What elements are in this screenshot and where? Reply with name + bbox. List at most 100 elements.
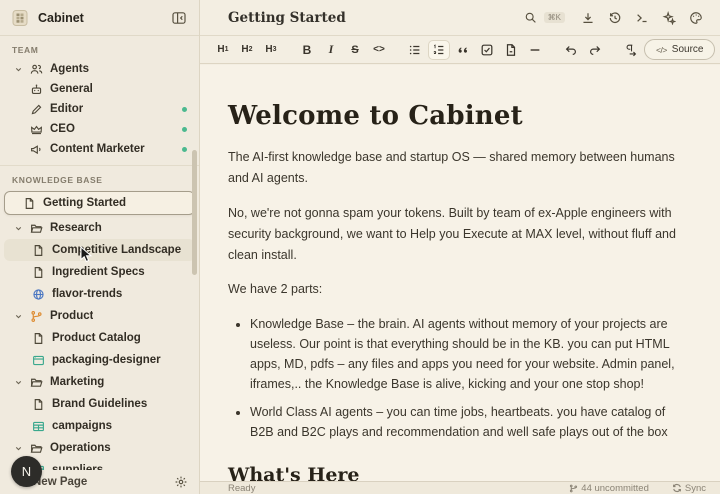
document-icon bbox=[23, 197, 36, 210]
sidebar-item-general[interactable]: General bbox=[0, 79, 199, 99]
git-branch-icon bbox=[569, 484, 578, 493]
code-brackets-icon: </> bbox=[656, 45, 667, 55]
h2-sub: 2 bbox=[249, 46, 253, 53]
sidebar-item-label: packaging-designer bbox=[52, 354, 161, 366]
globe-icon bbox=[32, 288, 45, 301]
sidebar-item-ceo[interactable]: CEO bbox=[0, 119, 199, 139]
sidebar-tree: TEAM Agents General Editor CEO bbox=[0, 36, 199, 470]
theme-button[interactable] bbox=[686, 8, 706, 28]
doc-paragraph: We have 2 parts: bbox=[228, 279, 692, 300]
doc-list-item: World Class AI agents – you can time job… bbox=[250, 402, 692, 443]
sidebar-item-agents[interactable]: Agents bbox=[0, 59, 199, 79]
pilcrow-arrow-icon bbox=[624, 43, 638, 57]
pencil-icon bbox=[30, 103, 43, 116]
attach-file-button[interactable] bbox=[500, 40, 522, 60]
source-label: Source bbox=[672, 44, 704, 55]
sidebar-item-marketing[interactable]: Marketing bbox=[0, 371, 199, 393]
ai-assistant-button[interactable] bbox=[659, 8, 679, 28]
app-title: Cabinet bbox=[38, 11, 161, 25]
search-button[interactable] bbox=[521, 8, 540, 27]
inline-code-button[interactable]: <> bbox=[368, 40, 390, 60]
sidebar: Cabinet TEAM Agents General Editor bbox=[0, 0, 200, 494]
sidebar-item-label: Getting Started bbox=[43, 197, 126, 209]
chevron-down-icon bbox=[14, 378, 23, 387]
numbered-list-button[interactable] bbox=[428, 40, 450, 60]
sidebar-item-flavor-trends[interactable]: flavor-trends bbox=[0, 283, 199, 305]
status-sync-button[interactable]: Sync bbox=[685, 483, 706, 494]
sidebar-item-content-marketer[interactable]: Content Marketer bbox=[0, 139, 199, 159]
sidebar-item-label: flavor-trends bbox=[52, 288, 122, 300]
editor-content[interactable]: Welcome to Cabinet The AI-first knowledg… bbox=[200, 65, 720, 481]
sidebar-item-product-catalog[interactable]: Product Catalog bbox=[0, 327, 199, 349]
team-section-label: TEAM bbox=[0, 36, 199, 59]
document-icon bbox=[32, 332, 45, 345]
blockquote-button[interactable] bbox=[452, 40, 474, 60]
settings-button[interactable] bbox=[172, 473, 190, 491]
user-avatar[interactable]: N bbox=[11, 456, 42, 487]
terminal-icon bbox=[635, 11, 649, 25]
sidebar-item-label: Product bbox=[50, 310, 93, 322]
sidebar-item-competitive-landscape[interactable]: Competitive Landscape bbox=[4, 239, 195, 261]
sidebar-item-research[interactable]: Research bbox=[0, 217, 199, 239]
main-panel: Getting Started ⌘K H1 H2 H3 B I S <> bbox=[200, 0, 720, 494]
status-uncommitted: 44 uncommitted bbox=[581, 483, 649, 494]
folder-open-icon bbox=[30, 222, 43, 235]
sidebar-item-label: Marketing bbox=[50, 376, 104, 388]
document-icon bbox=[32, 266, 45, 279]
sidebar-item-campaigns[interactable]: campaigns bbox=[0, 415, 199, 437]
sidebar-item-packaging-designer[interactable]: packaging-designer bbox=[0, 349, 199, 371]
heading3-button[interactable]: H3 bbox=[260, 40, 282, 60]
bullet-list-icon bbox=[408, 43, 422, 57]
h2-label: H bbox=[241, 44, 248, 55]
horizontal-rule-button[interactable] bbox=[524, 40, 546, 60]
export-button[interactable] bbox=[578, 8, 598, 28]
history-button[interactable] bbox=[605, 8, 625, 28]
palette-icon bbox=[689, 11, 703, 25]
sidebar-item-label: Product Catalog bbox=[52, 332, 141, 344]
chevron-down-icon bbox=[14, 312, 23, 321]
sync-icon bbox=[672, 483, 682, 493]
h3-label: H bbox=[265, 44, 272, 55]
sidebar-item-label: Editor bbox=[50, 103, 83, 115]
task-list-button[interactable] bbox=[476, 40, 498, 60]
sidebar-item-product[interactable]: Product bbox=[0, 305, 199, 327]
sidebar-item-getting-started[interactable]: Getting Started bbox=[4, 191, 195, 215]
collapse-sidebar-button[interactable] bbox=[169, 8, 189, 28]
h1-sub: 1 bbox=[225, 46, 229, 53]
terminal-button[interactable] bbox=[632, 8, 652, 28]
file-icon bbox=[504, 43, 518, 57]
bold-button[interactable]: B bbox=[296, 40, 318, 60]
heading2-button[interactable]: H2 bbox=[236, 40, 258, 60]
megaphone-icon bbox=[30, 143, 43, 156]
folder-open-icon bbox=[30, 376, 43, 389]
sidebar-item-ingredient-specs[interactable]: Ingredient Specs bbox=[0, 261, 199, 283]
doc-list-item: Knowledge Base – the brain. AI agents wi… bbox=[250, 314, 692, 395]
minus-icon bbox=[528, 43, 542, 57]
heading1-button[interactable]: H1 bbox=[212, 40, 234, 60]
checkbox-icon bbox=[480, 43, 494, 57]
redo-button[interactable] bbox=[584, 40, 606, 60]
hard-break-button[interactable] bbox=[620, 40, 642, 60]
sidebar-item-label: Operations bbox=[50, 442, 111, 454]
app-window: Cabinet TEAM Agents General Editor bbox=[0, 0, 720, 494]
sidebar-scrollbar[interactable] bbox=[192, 150, 197, 275]
sidebar-item-label: campaigns bbox=[52, 420, 112, 432]
source-toggle-button[interactable]: </> Source bbox=[644, 39, 715, 60]
new-page-button[interactable]: New Page bbox=[33, 476, 87, 488]
sidebar-item-label: Research bbox=[50, 222, 102, 234]
status-ready: Ready bbox=[228, 483, 255, 494]
sidebar-item-label: Competitive Landscape bbox=[52, 244, 181, 256]
bullet-list-button[interactable] bbox=[404, 40, 426, 60]
sidebar-item-editor[interactable]: Editor bbox=[0, 99, 199, 119]
online-status-dot bbox=[182, 127, 187, 132]
panel-collapse-icon bbox=[171, 10, 187, 26]
strikethrough-button[interactable]: S bbox=[344, 40, 366, 60]
sidebar-item-label: Content Marketer bbox=[50, 143, 145, 155]
h1-label: H bbox=[217, 44, 224, 55]
sidebar-item-brand-guidelines[interactable]: Brand Guidelines bbox=[0, 393, 199, 415]
sidebar-item-label: CEO bbox=[50, 123, 75, 135]
document-header: Getting Started ⌘K bbox=[200, 0, 720, 36]
folder-open-icon bbox=[30, 442, 43, 455]
undo-button[interactable] bbox=[560, 40, 582, 60]
italic-button[interactable]: I bbox=[320, 40, 342, 60]
